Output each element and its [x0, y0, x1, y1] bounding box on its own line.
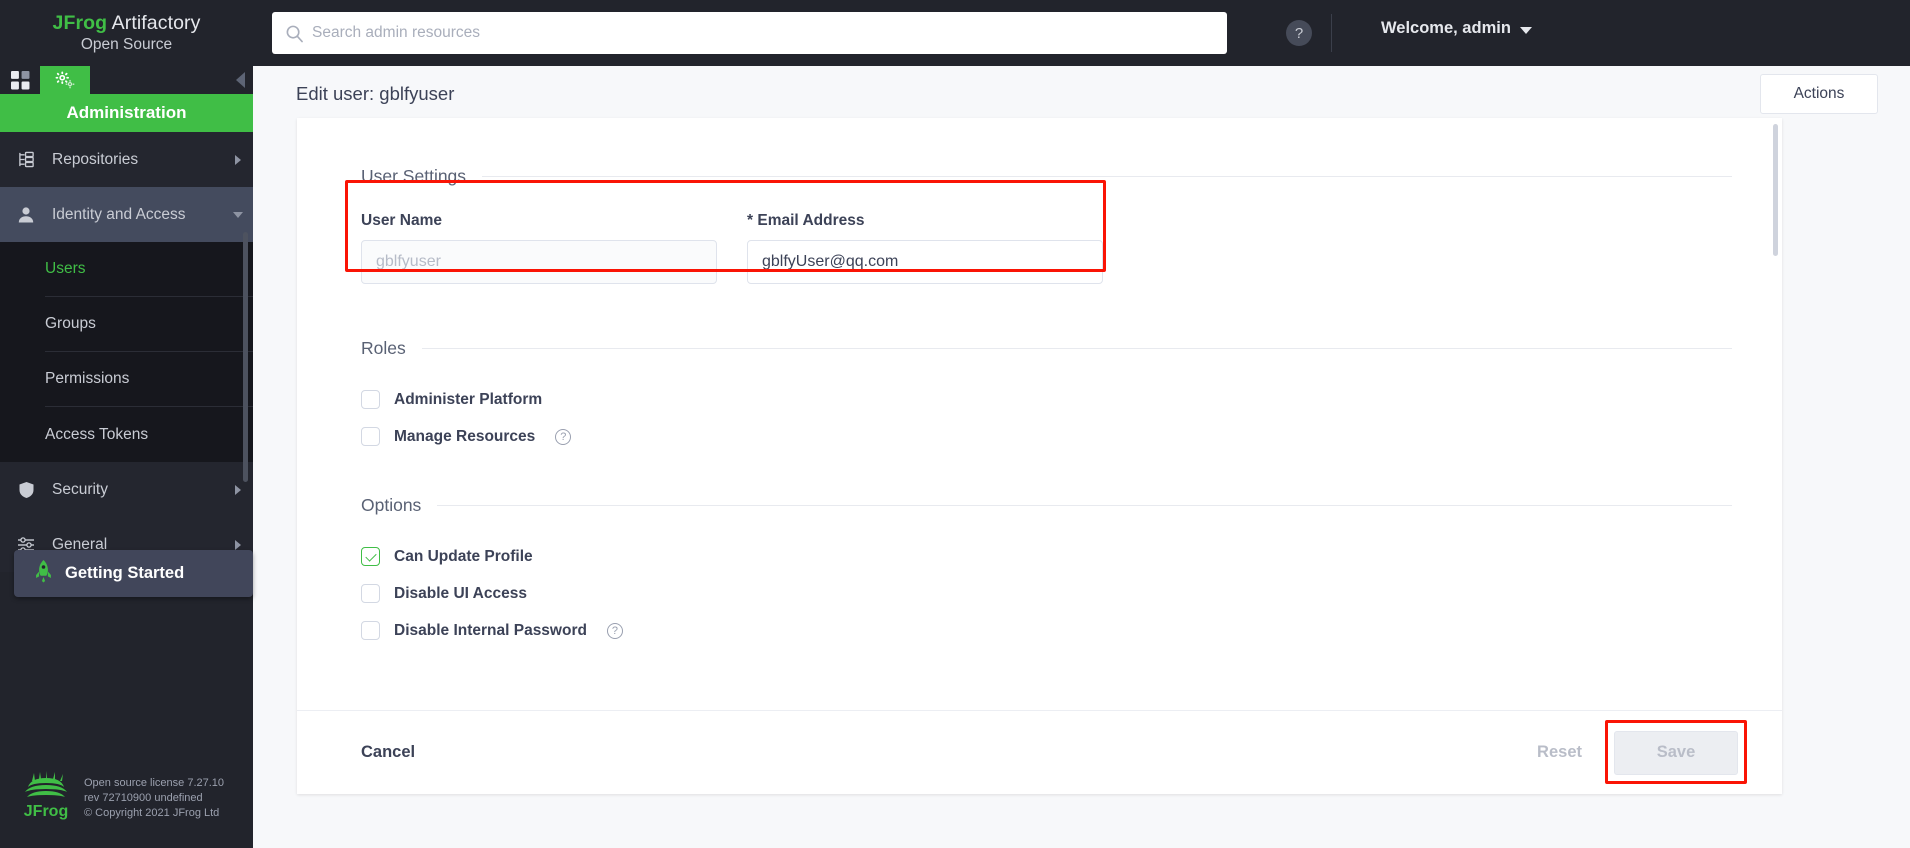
shield-icon	[0, 481, 52, 499]
user-icon	[0, 206, 52, 224]
brand-edition: Open Source	[80, 36, 173, 53]
chevron-right-icon	[223, 539, 253, 550]
sidebar-item-repositories[interactable]: Repositories	[0, 132, 253, 187]
checkbox-icon[interactable]	[361, 390, 380, 409]
search-bar[interactable]	[272, 12, 1227, 54]
gears-icon[interactable]	[40, 66, 90, 94]
section-title: User Settings	[361, 166, 467, 186]
checkbox-label: Disable Internal Password	[394, 621, 587, 639]
brand-logo[interactable]: JFrog Artifactory Open Source	[0, 0, 253, 66]
checkbox-label: Manage Resources	[394, 427, 536, 445]
section-roles-header: Roles	[297, 338, 1782, 359]
save-button[interactable]: Save	[1614, 730, 1738, 775]
sidebar-item-label: Security	[52, 480, 108, 498]
username-field-group: User Name	[361, 212, 717, 284]
sidebar-footer: JFrog Open source license 7.27.10 rev 72…	[0, 771, 253, 826]
form-footer-actions: Reset Save	[1515, 719, 1747, 784]
grid-apps-icon[interactable]	[0, 66, 40, 94]
section-divider	[437, 505, 1732, 506]
checkbox-label: Disable UI Access	[394, 584, 527, 602]
actions-button[interactable]: Actions	[1760, 74, 1878, 114]
jfrog-logo-icon: JFrog	[22, 771, 70, 826]
chevron-down-icon	[1519, 26, 1532, 34]
sidebar: Administration Repositories Identity and…	[0, 66, 253, 848]
getting-started-label: Getting Started	[65, 564, 185, 582]
brand-name-strong: JFrog	[52, 12, 108, 34]
email-field-group: * Email Address	[747, 212, 1103, 284]
rocket-icon	[34, 559, 53, 588]
chevron-right-icon	[223, 484, 253, 495]
app-root: JFrog Artifactory Open Source ? Welcome,…	[0, 0, 1910, 848]
sidebar-item-users[interactable]: Users	[45, 242, 253, 297]
username-label: User Name	[361, 212, 442, 229]
help-icon[interactable]: ?	[555, 428, 572, 445]
sidebar-item-identity-and-access[interactable]: Identity and Access	[0, 187, 253, 242]
page-header: Edit user: gblfyuser Actions	[253, 66, 1910, 122]
checkbox-label: Can Update Profile	[394, 547, 533, 565]
checkbox-row-disable-internal-password[interactable]: Disable Internal Password ?	[297, 612, 1782, 649]
email-label: * Email Address	[747, 212, 1103, 230]
main-content: Edit user: gblfyuser Actions User Settin…	[253, 66, 1910, 848]
sidebar-item-label: Identity and Access	[52, 205, 186, 223]
section-divider	[482, 176, 1732, 177]
form-footer: Cancel Reset Save	[297, 710, 1782, 794]
sidebar-subgroup-identity: Users Groups Permissions Access Tokens	[0, 242, 253, 462]
email-input[interactable]	[747, 240, 1103, 284]
chevron-down-icon	[223, 211, 253, 218]
form-scrollbar[interactable]	[1773, 124, 1778, 256]
username-input	[361, 240, 717, 284]
checkbox-label: Administer Platform	[394, 390, 543, 408]
sidebar-item-security[interactable]: Security	[0, 462, 253, 517]
checkbox-checked-icon[interactable]	[361, 547, 380, 566]
sidebar-item-permissions[interactable]: Permissions	[45, 352, 253, 407]
topbar-divider	[1331, 14, 1332, 52]
revision-line: rev 72710900 undefined	[84, 792, 203, 804]
brand-name-rest: Artifactory	[107, 12, 201, 34]
checkbox-row-disable-ui-access[interactable]: Disable UI Access	[297, 575, 1782, 612]
sidebar-scrollbar[interactable]	[243, 232, 248, 482]
section-divider	[421, 348, 1732, 349]
checkbox-row-manage-resources[interactable]: Manage Resources ?	[297, 418, 1782, 455]
sidebar-footer-text: Open source license 7.27.10 rev 72710900…	[84, 776, 224, 821]
svg-text:JFrog: JFrog	[24, 803, 68, 820]
section-options-header: Options	[297, 495, 1782, 516]
help-icon[interactable]: ?	[1286, 20, 1312, 46]
email-label-text: Email Address	[757, 212, 865, 229]
chevron-right-icon	[223, 154, 253, 165]
brand-title: JFrog Artifactory	[53, 12, 201, 35]
options-list: Can Update Profile Disable UI Access Dis…	[297, 538, 1782, 649]
help-icon[interactable]: ?	[606, 622, 623, 639]
search-icon	[285, 24, 304, 43]
sidebar-item-label: Repositories	[52, 150, 139, 168]
roles-list: Administer Platform Manage Resources ?	[297, 381, 1782, 455]
user-settings-fields: User Name * Email Address	[297, 180, 1782, 284]
form-scroll-area: User Settings User Name * Email Address	[297, 118, 1782, 676]
checkbox-icon[interactable]	[361, 621, 380, 640]
section-title: Options	[361, 495, 422, 515]
sidebar-item-access-tokens[interactable]: Access Tokens	[45, 407, 253, 462]
module-switcher-row	[0, 66, 253, 94]
welcome-label: Welcome, admin	[1381, 19, 1511, 37]
section-user-settings-header: User Settings	[297, 166, 1782, 187]
license-line: Open source license 7.27.10	[84, 777, 225, 789]
checkbox-icon[interactable]	[361, 427, 380, 446]
reset-button[interactable]: Reset	[1515, 743, 1604, 762]
page-title: Edit user: gblfyuser	[296, 83, 455, 104]
top-bar: JFrog Artifactory Open Source ? Welcome,…	[0, 0, 1910, 66]
sidebar-item-groups[interactable]: Groups	[45, 297, 253, 352]
user-menu[interactable]: Welcome, admin	[1381, 19, 1532, 38]
getting-started-button[interactable]: Getting Started	[14, 550, 253, 597]
checkbox-icon[interactable]	[361, 584, 380, 603]
checkbox-row-administer-platform[interactable]: Administer Platform	[297, 381, 1782, 418]
search-input[interactable]	[304, 24, 1227, 42]
repositories-icon	[0, 151, 52, 168]
copyright-line: © Copyright 2021 JFrog Ltd	[84, 807, 220, 819]
collapse-left-arrow-icon[interactable]	[236, 72, 245, 88]
sidebar-module-title: Administration	[0, 94, 253, 132]
checkbox-row-can-update-profile[interactable]: Can Update Profile	[297, 538, 1782, 575]
edit-user-card: User Settings User Name * Email Address	[297, 118, 1782, 794]
required-mark: *	[747, 212, 754, 229]
section-title: Roles	[361, 338, 406, 358]
cancel-button[interactable]: Cancel	[361, 743, 415, 762]
